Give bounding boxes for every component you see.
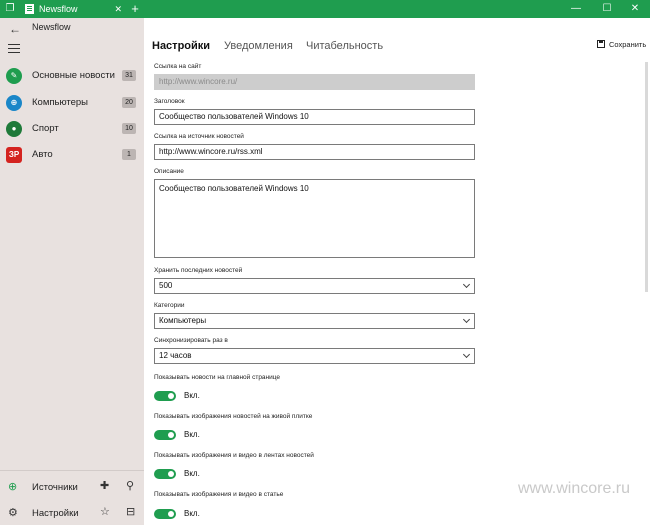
- browser-tab[interactable]: Newsflow ✕: [20, 0, 126, 18]
- newsflow-app-icon: [25, 4, 34, 14]
- unread-count-badge: 31: [122, 70, 136, 81]
- search-icon[interactable]: ⚲: [126, 479, 134, 492]
- hamburger-menu-icon[interactable]: [8, 44, 20, 54]
- toggle-state-text: Вкл.: [184, 469, 200, 478]
- category-label: Категории: [154, 302, 185, 309]
- title-label: Заголовок: [154, 98, 185, 105]
- toggle-live-tile-images[interactable]: [154, 430, 176, 440]
- gear-icon: ⚙: [8, 507, 18, 519]
- toggle-knob: [168, 471, 174, 477]
- toggle-knob: [168, 432, 174, 438]
- toggle-state-text: Вкл.: [184, 509, 200, 518]
- vertical-scrollbar[interactable]: [645, 62, 648, 292]
- keep-news-label: Хранить последних новостей: [154, 267, 243, 274]
- new-tab-button[interactable]: +: [127, 0, 143, 18]
- unread-count-badge: 1: [122, 149, 136, 160]
- sidebar-item-label: Источники: [32, 482, 78, 493]
- toggle-label-live-tile: Показывать изображения новостей на живой…: [154, 413, 313, 420]
- save-icon: [597, 40, 605, 48]
- sidebar-item-label: Спорт: [32, 123, 59, 134]
- maximize-button[interactable]: ☐: [592, 0, 622, 18]
- toggle-article-media[interactable]: [154, 509, 176, 519]
- close-window-button[interactable]: ✕: [620, 0, 650, 18]
- sidebar-item-label: Основные новости: [32, 70, 115, 81]
- description-textarea[interactable]: Сообщество пользователей Windows 10: [154, 179, 475, 258]
- star-icon[interactable]: ☆: [100, 505, 110, 518]
- tab-actions-icon[interactable]: ❐: [0, 0, 20, 18]
- title-input[interactable]: Сообщество пользователей Windows 10: [154, 109, 475, 125]
- sidebar-item-computers[interactable]: ⊕ Компьютеры 20: [0, 91, 144, 115]
- zr-logo-icon: ЗР: [6, 147, 22, 163]
- globe-icon: ⊕: [6, 95, 22, 111]
- keep-news-select[interactable]: 500: [154, 278, 475, 294]
- site-url-label: Ссылка на сайт: [154, 63, 202, 70]
- tab-readability[interactable]: Читабельность: [306, 40, 383, 52]
- unread-count-badge: 10: [122, 123, 136, 134]
- minimize-button[interactable]: —: [561, 0, 591, 18]
- category-select[interactable]: Компьютеры: [154, 313, 475, 329]
- toggle-state-text: Вкл.: [184, 391, 200, 400]
- save-button[interactable]: Сохранить: [597, 40, 646, 49]
- inbox-icon[interactable]: ⊟: [126, 505, 135, 518]
- sync-interval-value: 12 часов: [159, 351, 192, 360]
- category-value: Компьютеры: [159, 316, 207, 325]
- toggle-feed-media[interactable]: [154, 469, 176, 479]
- tab-title: Newsflow: [39, 4, 78, 14]
- keep-news-value: 500: [159, 281, 173, 290]
- sync-interval-label: Синхронизировать раз в: [154, 337, 228, 344]
- sidebar-item-top-news[interactable]: ✎ Основные новости 31: [0, 64, 144, 88]
- tab-settings[interactable]: Настройки: [152, 40, 210, 52]
- news-icon: ✎: [6, 68, 22, 84]
- sidebar-item-auto[interactable]: ЗР Авто 1: [0, 143, 144, 167]
- toggle-knob: [168, 393, 174, 399]
- sidebar: ← Newsflow ✎ Основные новости 31 ⊕ Компь…: [0, 18, 144, 525]
- toggle-label-home: Показывать новости на главной странице: [154, 374, 281, 381]
- toggle-label-article: Показывать изображения и видео в статье: [154, 491, 284, 498]
- title-bar: ❐ Newsflow ✕ + — ☐ ✕: [0, 0, 650, 18]
- settings-panel: Настройки Уведомления Читабельность Сохр…: [144, 18, 650, 525]
- site-url-input: http://www.wincore.ru/: [154, 74, 475, 90]
- sidebar-item-settings[interactable]: ⚙ Настройки ☆ ⊟: [0, 502, 144, 524]
- toggle-knob: [168, 511, 174, 517]
- toggle-label-feeds: Показывать изображения и видео в лентах …: [154, 452, 314, 459]
- sidebar-item-label: Авто: [32, 149, 53, 160]
- sync-interval-select[interactable]: 12 часов: [154, 348, 475, 364]
- sidebar-item-label: Настройки: [32, 508, 79, 519]
- source-url-label: Ссылка на источник новостей: [154, 133, 244, 140]
- back-button[interactable]: ←: [9, 22, 21, 36]
- description-label: Описание: [154, 168, 184, 175]
- save-label: Сохранить: [609, 40, 647, 49]
- chevron-down-icon: [462, 280, 471, 289]
- source-url-input[interactable]: http://www.wincore.ru/rss.xml: [154, 144, 475, 160]
- watermark: www.wincore.ru: [518, 480, 631, 497]
- add-source-icon[interactable]: ✚: [100, 479, 109, 492]
- close-tab-icon[interactable]: ✕: [114, 0, 122, 18]
- sidebar-item-sport[interactable]: ● Спорт 10: [0, 117, 144, 141]
- toggle-state-text: Вкл.: [184, 430, 200, 439]
- chevron-down-icon: [462, 315, 471, 324]
- tab-notifications[interactable]: Уведомления: [224, 40, 293, 52]
- app-name: Newsflow: [32, 22, 71, 32]
- sidebar-item-sources[interactable]: ⊕ Источники ✚ ⚲: [0, 476, 144, 498]
- toggle-home-news[interactable]: [154, 391, 176, 401]
- globe-icon: ⊕: [8, 481, 18, 493]
- chevron-down-icon: [462, 350, 471, 359]
- unread-count-badge: 20: [122, 97, 136, 108]
- sidebar-divider: [0, 470, 144, 471]
- sidebar-item-label: Компьютеры: [32, 97, 88, 108]
- soccer-ball-icon: ●: [6, 121, 22, 137]
